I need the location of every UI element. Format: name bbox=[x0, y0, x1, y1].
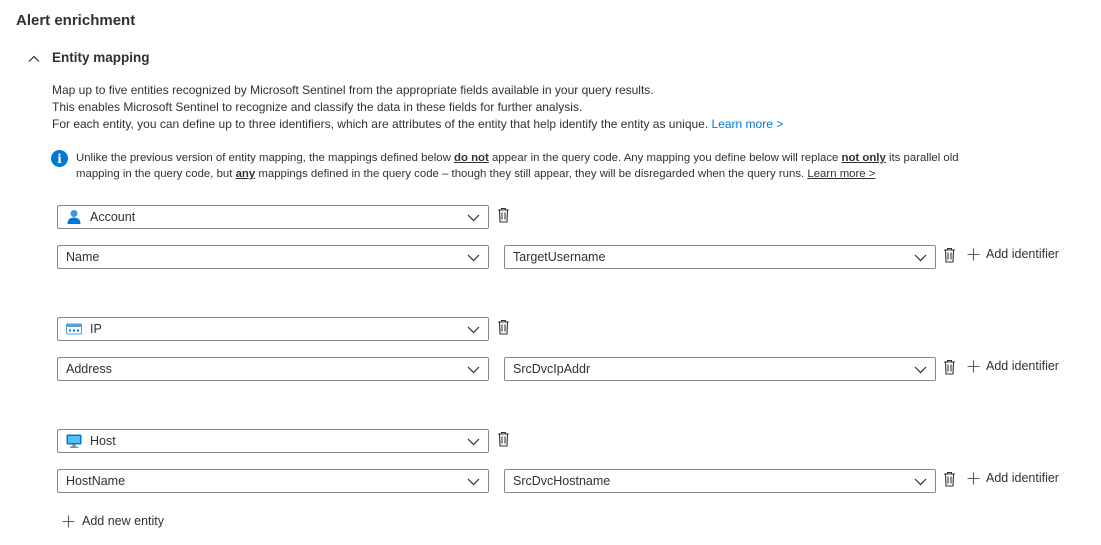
entity-type-dropdown-host[interactable]: Host bbox=[57, 429, 489, 453]
host-icon bbox=[66, 434, 82, 448]
ip-icon bbox=[66, 323, 82, 335]
learn-more-link[interactable]: Learn more > bbox=[712, 117, 784, 131]
delete-identifier-icon[interactable] bbox=[943, 247, 956, 263]
identifier-dropdown[interactable]: Name bbox=[57, 245, 489, 269]
description-line-2: This enables Microsoft Sentinel to recog… bbox=[52, 100, 583, 114]
chevron-down-icon bbox=[914, 366, 927, 374]
entity-mapping-header[interactable]: Entity mapping bbox=[52, 50, 150, 65]
description-line-3: For each entity, you can define up to th… bbox=[52, 117, 784, 131]
chevron-down-icon bbox=[467, 366, 480, 374]
identifier-dropdown[interactable]: HostName bbox=[57, 469, 489, 493]
column-label: SrcDvcIpAddr bbox=[513, 362, 591, 376]
entity-type-label: Account bbox=[90, 210, 136, 224]
info-learn-more-link[interactable]: Learn more > bbox=[807, 168, 875, 180]
chevron-up-icon[interactable] bbox=[28, 53, 40, 65]
delete-entity-icon[interactable] bbox=[497, 319, 510, 335]
chevron-down-icon bbox=[467, 438, 480, 446]
delete-identifier-icon[interactable] bbox=[943, 359, 956, 375]
add-identifier-button[interactable]: Add identifier bbox=[967, 247, 1059, 261]
identifier-label: Name bbox=[66, 250, 100, 264]
add-identifier-button[interactable]: Add identifier bbox=[967, 359, 1059, 373]
info-message: Unlike the previous version of entity ma… bbox=[76, 152, 959, 180]
chevron-down-icon bbox=[467, 214, 480, 222]
entity-type-dropdown-account[interactable]: Account bbox=[57, 205, 489, 229]
chevron-down-icon bbox=[914, 254, 927, 262]
delete-entity-icon[interactable] bbox=[497, 207, 510, 223]
plus-icon bbox=[967, 360, 980, 372]
identifier-label: HostName bbox=[66, 474, 126, 488]
info-icon: i bbox=[51, 150, 68, 167]
chevron-down-icon bbox=[467, 326, 480, 334]
entity-type-label: IP bbox=[90, 322, 102, 336]
add-identifier-button[interactable]: Add identifier bbox=[967, 471, 1059, 485]
identifier-dropdown[interactable]: Address bbox=[57, 357, 489, 381]
plus-icon bbox=[62, 515, 75, 527]
column-label: TargetUsername bbox=[513, 250, 606, 264]
delete-identifier-icon[interactable] bbox=[943, 471, 956, 487]
column-label: SrcDvcHostname bbox=[513, 474, 611, 488]
entity-type-dropdown-ip[interactable]: IP bbox=[57, 317, 489, 341]
plus-icon bbox=[967, 472, 980, 484]
column-dropdown[interactable]: SrcDvcIpAddr bbox=[504, 357, 936, 381]
delete-entity-icon[interactable] bbox=[497, 431, 510, 447]
section-title: Alert enrichment bbox=[16, 12, 136, 29]
column-dropdown[interactable]: TargetUsername bbox=[504, 245, 936, 269]
identifier-label: Address bbox=[66, 362, 112, 376]
entity-type-label: Host bbox=[90, 434, 116, 448]
column-dropdown[interactable]: SrcDvcHostname bbox=[504, 469, 936, 493]
chevron-down-icon bbox=[467, 478, 480, 486]
chevron-down-icon bbox=[467, 254, 480, 262]
add-new-entity-button[interactable]: Add new entity bbox=[62, 514, 164, 528]
description-line-1: Map up to five entities recognized by Mi… bbox=[52, 83, 654, 97]
plus-icon bbox=[967, 248, 980, 260]
entity-mapping-description: Map up to five entities recognized by Mi… bbox=[52, 82, 783, 133]
chevron-down-icon bbox=[914, 478, 927, 486]
account-icon bbox=[67, 210, 81, 224]
